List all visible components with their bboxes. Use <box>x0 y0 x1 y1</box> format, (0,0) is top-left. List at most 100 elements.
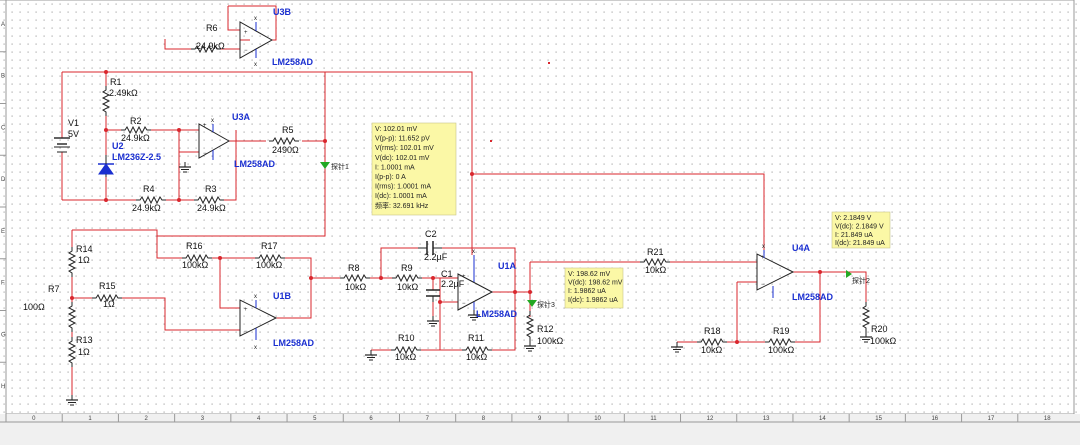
ruler-label: 18 <box>1044 416 1051 422</box>
value-r21: 10kΩ <box>645 265 667 275</box>
pin-marker: − <box>203 151 207 157</box>
probe-2-label: 探针2 <box>852 276 870 285</box>
ruler-label: 11 <box>650 416 657 422</box>
value-r3: 24.9kΩ <box>197 203 226 213</box>
probe-reading: 频率: 32.691 kHz <box>375 201 429 210</box>
probe-reading: V(dc): 198.62 mV <box>568 280 623 287</box>
label-r10: R10 <box>398 333 415 343</box>
junction <box>218 256 222 260</box>
label-r9: R9 <box>401 263 413 273</box>
ruler-label: 16 <box>931 416 938 422</box>
side-ruler-label: H <box>1 384 5 390</box>
label-r20: R20 <box>871 324 888 334</box>
side-ruler-label: F <box>1 281 5 287</box>
junction <box>379 276 383 280</box>
value-u3b: LM258AD <box>272 57 314 67</box>
junction <box>431 276 435 280</box>
label-r21: R21 <box>647 247 664 257</box>
pin-marker: − <box>244 48 248 54</box>
pin-marker: x <box>472 249 475 255</box>
side-ruler-label: A <box>1 22 5 28</box>
pin-marker: + <box>203 123 207 129</box>
label-r19: R19 <box>773 326 790 336</box>
pin-marker: x <box>254 62 257 68</box>
probe-reading: V(dc): 102.01 mV <box>375 155 430 162</box>
probe-3-label: 探针3 <box>537 300 555 309</box>
label-v1: V1 <box>68 118 79 128</box>
junction <box>177 198 181 202</box>
value-r2: 24.9kΩ <box>121 133 150 143</box>
ruler-label: 12 <box>707 416 714 422</box>
label-r3: R3 <box>205 184 217 194</box>
label-r14: R14 <box>76 244 93 254</box>
value-c2: 2.2µF <box>424 252 448 262</box>
grid-background <box>0 0 1080 445</box>
ruler-label: 15 <box>875 416 882 422</box>
cursor-mark <box>548 62 550 64</box>
pin-marker: + <box>244 307 248 313</box>
probe-reading: I(dc): 21.849 uA <box>835 240 885 247</box>
label-r17: R17 <box>261 241 278 251</box>
value-r4: 24.9kΩ <box>132 203 161 213</box>
junction <box>177 128 181 132</box>
value-u2: LM236Z-2.5 <box>112 152 161 162</box>
junction <box>438 300 442 304</box>
side-ruler-label: D <box>1 177 6 183</box>
ruler-label: 17 <box>988 416 995 422</box>
junction <box>104 70 108 74</box>
value-r7: 100Ω <box>23 302 45 312</box>
junction <box>309 276 313 280</box>
value-r11: 10kΩ <box>466 352 488 362</box>
label-r15: R15 <box>99 281 116 291</box>
label-r2: R2 <box>130 116 142 126</box>
side-ruler-label: B <box>1 74 5 80</box>
junction <box>104 128 108 132</box>
junction <box>735 340 739 344</box>
value-u1a: LM258AD <box>476 309 518 319</box>
side-ruler-label: G <box>1 332 6 338</box>
junction <box>70 296 74 300</box>
probe-reading: V(rms): 102.01 mV <box>375 145 434 152</box>
pin-marker: − <box>244 329 248 335</box>
value-c1: 2.2µF <box>441 279 465 289</box>
value-r5: 2490Ω <box>272 145 299 155</box>
probe-reading: V: 2.1849 V <box>835 215 872 222</box>
probe-reading: I(dc): 1.0001 mA <box>375 193 427 200</box>
junction <box>104 198 108 202</box>
probe-reading: I: 21.849 uA <box>835 232 873 239</box>
pin-marker: x <box>762 244 765 250</box>
label-r7: R7 <box>48 284 60 294</box>
cursor-mark <box>490 140 492 142</box>
probe-reading: V: 198.62 mV <box>568 271 610 278</box>
value-u4a: LM258AD <box>792 292 834 302</box>
label-u3b: U3B <box>273 7 292 17</box>
junction <box>528 290 532 294</box>
value-r14: 1Ω <box>78 255 90 265</box>
label-r6: R6 <box>206 23 218 33</box>
junction <box>470 172 474 176</box>
probe-reading: I: 1.9862 uA <box>568 288 606 295</box>
schematic-canvas[interactable]: + − x x + − x + − x x + − x + − x R6 24.9kΩ U3B LM258AD … <box>0 0 1080 445</box>
label-r1: R1 <box>110 77 122 87</box>
label-r18: R18 <box>704 326 721 336</box>
label-u2: U2 <box>112 141 124 151</box>
probe-reading: I(p-p): 0 A <box>375 174 406 181</box>
junction <box>513 290 517 294</box>
label-r12: R12 <box>537 324 554 334</box>
label-u4a: U4A <box>792 243 811 253</box>
side-ruler-label: C <box>1 125 6 131</box>
value-r1: 2.49kΩ <box>109 88 138 98</box>
probe-reading: I(rms): 1.0001 mA <box>375 184 431 191</box>
label-r8: R8 <box>348 263 360 273</box>
label-r4: R4 <box>143 184 155 194</box>
side-ruler-label: E <box>1 229 5 235</box>
value-r15: 1Ω <box>103 299 115 309</box>
pin-marker: x <box>254 345 257 351</box>
value-r19: 100kΩ <box>768 345 795 355</box>
pin-marker: x <box>254 16 257 22</box>
label-r16: R16 <box>186 241 203 251</box>
value-r10: 10kΩ <box>395 352 417 362</box>
label-r5: R5 <box>282 125 294 135</box>
probe-reading: I(dc): 1.9862 uA <box>568 297 618 304</box>
label-u1b: U1B <box>273 291 292 301</box>
